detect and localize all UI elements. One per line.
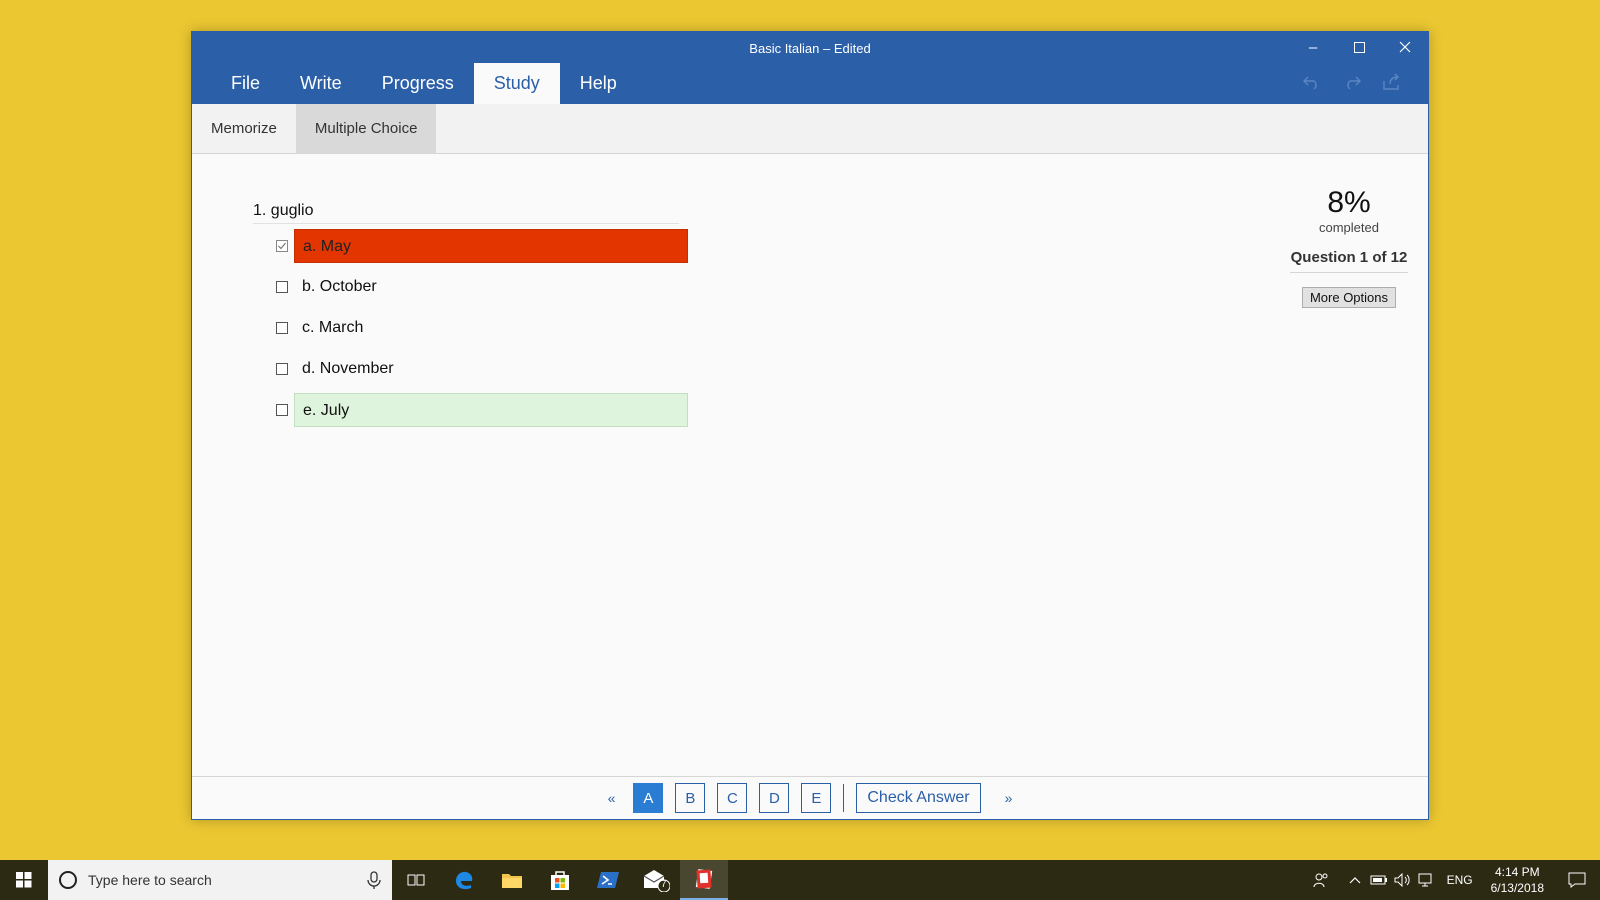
option-c-checkbox[interactable] xyxy=(276,322,288,334)
title-bar: Basic Italian – Edited – File Write Prog… xyxy=(192,32,1428,104)
clock-date: 6/13/2018 xyxy=(1490,881,1544,895)
percent-completed: 8% xyxy=(1327,186,1371,219)
tab-memorize[interactable]: Memorize xyxy=(192,104,296,153)
close-button[interactable] xyxy=(1382,32,1428,62)
volume-icon xyxy=(1394,873,1410,887)
check-answer-button[interactable]: Check Answer xyxy=(856,783,981,813)
divider xyxy=(843,784,845,812)
notifications-icon xyxy=(1568,872,1586,888)
study-subtabs: Memorize Multiple Choice xyxy=(192,104,1428,154)
minimize-button[interactable]: – xyxy=(1290,32,1336,62)
undo-icon xyxy=(1303,76,1317,90)
store-icon xyxy=(551,871,569,890)
close-icon xyxy=(1399,41,1411,53)
answer-button-b[interactable]: B xyxy=(675,783,706,813)
volume-button[interactable] xyxy=(1391,873,1415,887)
option-d-label[interactable]: d. November xyxy=(294,352,688,386)
window-title: Basic Italian – Edited xyxy=(749,41,871,56)
option-c-label[interactable]: c. March xyxy=(294,311,688,345)
answer-button-c[interactable]: C xyxy=(717,783,748,813)
answer-button-a[interactable]: A xyxy=(633,783,664,813)
clock-time: 4:14 PM xyxy=(1494,865,1540,879)
option-d-checkbox[interactable] xyxy=(276,363,288,375)
task-view-button[interactable] xyxy=(392,860,440,900)
option-e[interactable]: e. July xyxy=(276,393,688,427)
tab-multiple-choice[interactable]: Multiple Choice xyxy=(295,104,437,153)
option-b-checkbox[interactable] xyxy=(276,281,288,293)
cortana-icon xyxy=(59,871,77,889)
option-b-label[interactable]: b. October xyxy=(294,270,688,304)
system-tray: ENG 4:14 PM 6/13/2018 xyxy=(1309,860,1600,900)
network-button[interactable] xyxy=(1415,873,1439,887)
option-a-checkbox[interactable] xyxy=(276,240,288,252)
quick-actions xyxy=(1300,70,1404,94)
next-question-button[interactable]: » xyxy=(993,790,1025,806)
taskbar-search[interactable]: Type here to search xyxy=(48,860,392,900)
chevron-up-icon xyxy=(1349,877,1361,884)
percent-caption: completed xyxy=(1319,220,1379,235)
answer-button-d[interactable]: D xyxy=(759,783,790,813)
menu-write[interactable]: Write xyxy=(280,63,362,104)
store-button[interactable] xyxy=(536,860,584,900)
windows-logo-icon xyxy=(16,872,32,888)
undo-button[interactable] xyxy=(1300,70,1324,94)
taskbar: Type here to search 7 ENG 4:14 PM 6/13/2… xyxy=(0,860,1600,900)
file-explorer-button[interactable] xyxy=(488,860,536,900)
menu-help[interactable]: Help xyxy=(560,63,637,104)
show-hidden-icons-button[interactable] xyxy=(1343,876,1367,884)
app-window: Basic Italian – Edited – File Write Prog… xyxy=(191,31,1429,820)
people-button[interactable] xyxy=(1309,872,1333,888)
redo-button[interactable] xyxy=(1340,70,1364,94)
task-view-icon xyxy=(407,874,425,886)
share-icon xyxy=(1383,73,1399,90)
search-placeholder: Type here to search xyxy=(88,872,212,888)
option-e-checkbox[interactable] xyxy=(276,404,288,416)
menu-progress[interactable]: Progress xyxy=(362,63,474,104)
language-indicator[interactable]: ENG xyxy=(1439,873,1481,887)
share-button[interactable] xyxy=(1380,70,1404,94)
powershell-icon xyxy=(597,872,619,888)
network-icon xyxy=(1418,873,1432,887)
microphone-icon[interactable] xyxy=(364,870,384,890)
option-a[interactable]: a. May xyxy=(276,229,688,263)
main-menu: File Write Progress Study Help xyxy=(211,63,637,104)
option-d[interactable]: d. November xyxy=(276,352,688,386)
edge-browser-button[interactable] xyxy=(440,860,488,900)
progress-panel: 8% completed Question 1 of 12 More Optio… xyxy=(1290,188,1408,308)
option-b[interactable]: b. October xyxy=(276,270,688,304)
more-options-button[interactable]: More Options xyxy=(1301,287,1397,308)
answer-button-e[interactable]: E xyxy=(801,783,832,813)
action-center-button[interactable] xyxy=(1554,872,1600,888)
option-a-label[interactable]: a. May xyxy=(294,229,688,263)
answer-bar: « A B C D E Check Answer » xyxy=(192,776,1428,819)
option-c[interactable]: c. March xyxy=(276,311,688,345)
start-button[interactable] xyxy=(0,860,48,900)
maximize-button[interactable] xyxy=(1336,32,1382,62)
menu-file[interactable]: File xyxy=(211,63,280,104)
mail-badge: 7 xyxy=(661,879,667,890)
menu-study[interactable]: Study xyxy=(473,63,560,104)
previous-question-button[interactable]: « xyxy=(596,790,628,806)
people-icon xyxy=(1313,873,1328,888)
flashcard-app-icon xyxy=(695,869,713,889)
battery-icon xyxy=(1370,875,1387,885)
option-e-label[interactable]: e. July xyxy=(294,393,688,427)
mail-button[interactable]: 7 xyxy=(632,860,680,900)
flashcard-app-button[interactable] xyxy=(680,860,728,900)
powershell-button[interactable] xyxy=(584,860,632,900)
edge-icon xyxy=(456,871,473,890)
redo-icon xyxy=(1347,76,1361,90)
folder-icon xyxy=(502,874,522,888)
question-counter: Question 1 of 12 xyxy=(1290,249,1408,273)
maximize-icon xyxy=(1353,41,1365,53)
clock[interactable]: 4:14 PM 6/13/2018 xyxy=(1481,864,1554,896)
check-icon xyxy=(278,242,286,250)
battery-button[interactable] xyxy=(1367,874,1391,886)
question-prompt: 1. guglio xyxy=(253,202,679,224)
